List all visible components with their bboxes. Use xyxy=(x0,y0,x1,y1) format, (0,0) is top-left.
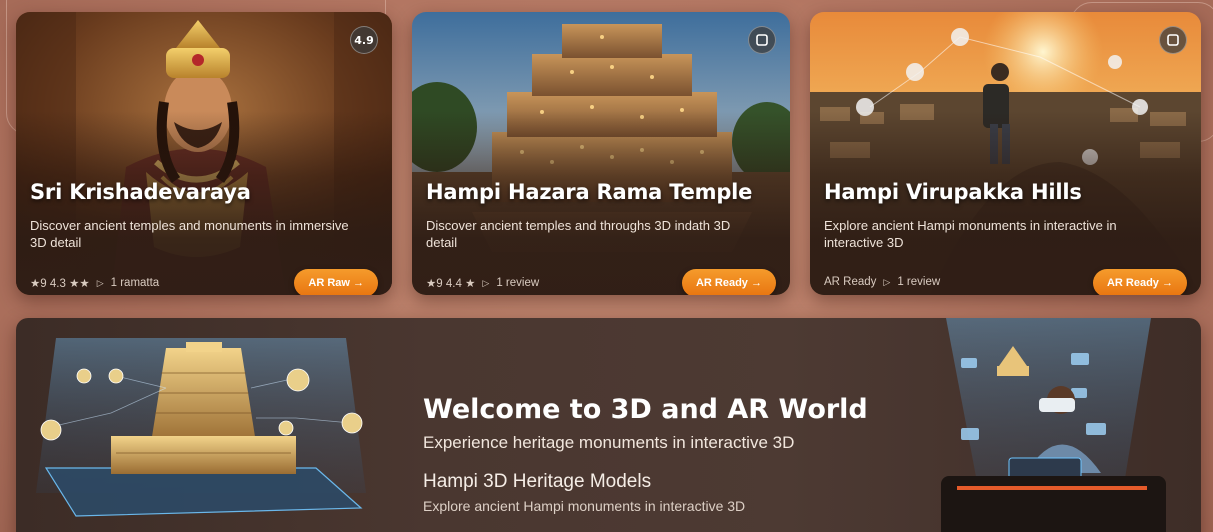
ar-ready-button[interactable]: AR Ready → xyxy=(1092,269,1187,295)
welcome-banner: Welcome to 3D and AR World Experience he… xyxy=(16,318,1201,532)
vr-user-illustration xyxy=(941,318,1166,532)
card-title: Hampi Virupakka Hills xyxy=(824,180,1082,204)
cube-icon[interactable] xyxy=(1159,26,1187,54)
banner-subtitle: Experience heritage monuments in interac… xyxy=(423,433,795,452)
card-meta: ★9 4.4 ★ ▷ 1 review xyxy=(426,276,539,290)
play-icon: ▷ xyxy=(883,276,891,287)
card-description: Discover ancient temples and throughs 3D… xyxy=(426,218,731,250)
card-description: Discover ancient temples and monuments i… xyxy=(30,218,349,250)
hologram-temple-illustration xyxy=(36,338,366,517)
monument-card[interactable]: Hampi Virupakka Hills Explore ancient Ha… xyxy=(810,12,1201,295)
ar-ready-button[interactable]: AR Ready → xyxy=(681,269,776,295)
cube-icon[interactable] xyxy=(748,26,776,54)
play-icon: ▷ xyxy=(482,277,490,288)
card-overlay xyxy=(412,12,790,295)
play-icon: ▷ xyxy=(96,277,104,288)
banner-title: Welcome to 3D and AR World xyxy=(423,394,868,425)
reviews-text: 1 ramatta xyxy=(110,277,160,289)
rating-text: ★9 4.3 ★★ xyxy=(30,278,90,290)
monument-card[interactable]: 4.9 Sri Krishadevaraya Discover ancient … xyxy=(16,12,392,295)
rating-badge: 4.9 xyxy=(350,26,378,54)
monument-card[interactable]: Hampi Hazara Rama Temple Discover ancien… xyxy=(412,12,790,295)
card-title: Sri Krishadevaraya xyxy=(30,180,251,204)
card-overlay xyxy=(16,12,392,295)
card-overlay xyxy=(810,12,1201,295)
card-title: Hampi Hazara Rama Temple xyxy=(426,180,753,204)
rating-text: ★9 4.4 ★ xyxy=(426,278,476,290)
card-description: Explore ancient Hampi monuments in inter… xyxy=(824,218,1117,250)
reviews-text: 1 review xyxy=(897,276,941,288)
section-description: Explore ancient Hampi monuments in inter… xyxy=(423,498,746,514)
card-meta: AR Ready ▷ 1 review xyxy=(824,276,940,288)
reviews-text: 1 review xyxy=(496,277,540,289)
ar-view-button[interactable]: AR Raw → xyxy=(294,269,378,295)
rating-text: AR Ready xyxy=(824,276,877,288)
card-meta: ★9 4.3 ★★ ▷ 1 ramatta xyxy=(30,276,159,290)
section-title: Hampi 3D Heritage Models xyxy=(423,471,652,492)
